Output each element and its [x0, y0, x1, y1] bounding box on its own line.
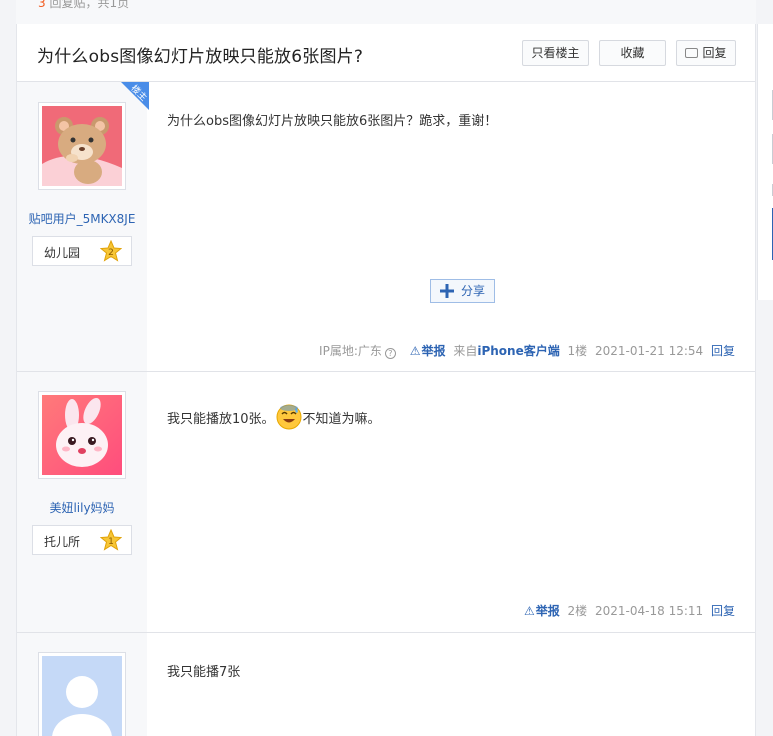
bear-avatar-image: [42, 106, 122, 186]
post-time: 2021-01-21 12:54: [595, 344, 704, 358]
author-name[interactable]: 贴吧用户_5MKX8JE: [17, 210, 147, 227]
user-level[interactable]: 托儿所 1: [32, 525, 132, 555]
post-reply-link[interactable]: 回复: [711, 604, 735, 618]
floor-number: 2楼: [567, 604, 588, 618]
reply-button-label: 回复: [702, 46, 727, 60]
favorite-button[interactable]: 收藏: [599, 40, 666, 66]
share-button[interactable]: 分享: [430, 279, 495, 303]
only-op-button[interactable]: 只看楼主: [522, 40, 589, 66]
user-level[interactable]: 幼儿园 2: [32, 236, 132, 266]
report-label: 举报: [535, 604, 560, 618]
sidebar-card: [757, 24, 773, 300]
level-name: 幼儿园: [44, 246, 81, 260]
comment-icon: [685, 48, 699, 58]
right-sidebar-edge: [757, 24, 773, 736]
thread-main: 为什么obs图像幻灯片放映只能放6张图片? 只看楼主 收藏 回复 楼主 贴吧用户…: [16, 24, 756, 736]
report-link[interactable]: ⚠举报: [524, 604, 560, 618]
sweat-smile-emoji-icon: [276, 404, 302, 430]
default-avatar-image: [42, 656, 122, 736]
avatar[interactable]: [38, 102, 126, 190]
level-star-icon: 1: [100, 529, 122, 551]
post-meta: IP属地:广东? ⚠举报 来自iPhone客户端 1楼 2021-01-21 1…: [315, 342, 735, 359]
avatar[interactable]: [38, 652, 126, 736]
post-floor-3: 我只能播7张: [17, 633, 755, 736]
report-link[interactable]: ⚠举报: [410, 344, 446, 358]
warning-icon: ⚠: [523, 604, 535, 618]
author-name[interactable]: 美妞lily妈妈: [17, 499, 147, 516]
post-reply-link[interactable]: 回复: [711, 344, 735, 358]
reply-count-number: 3: [38, 0, 46, 10]
post-time: 2021-04-18 15:11: [595, 604, 704, 618]
reply-count-text: 回复贴，共1页: [49, 0, 130, 10]
thread-title: 为什么obs图像幻灯片放映只能放6张图片?: [37, 47, 364, 67]
share-label: 分享: [461, 284, 486, 298]
post-text-part-1: 我只能播放10张。: [167, 412, 275, 427]
post-content: 我只能播放10张。 不知道为嘛。: [167, 404, 381, 431]
bunny-avatar-image: [42, 395, 122, 475]
share-plus-icon: [440, 284, 454, 298]
level-name: 托儿所: [44, 535, 81, 549]
ip-location: IP属地:广东: [319, 344, 382, 358]
post-text-part-2: 不知道为嘛。: [302, 412, 381, 427]
post-content: 为什么obs图像幻灯片放映只能放6张图片？跪求，重谢！: [167, 114, 498, 129]
level-star-icon: 2: [100, 240, 122, 262]
reply-count: 3 回复贴，共1页: [38, 0, 129, 11]
floor-number: 1楼: [567, 344, 588, 358]
post-content: 我只能播7张: [167, 665, 241, 680]
avatar[interactable]: [38, 391, 126, 479]
thread-stats-bar: 3 回复贴，共1页: [16, 0, 756, 24]
svg-text:2: 2: [108, 248, 114, 258]
svg-text:1: 1: [108, 537, 114, 547]
reply-button[interactable]: 回复: [676, 40, 736, 66]
warning-icon: ⚠: [409, 344, 421, 358]
source-prefix: 来自: [453, 344, 478, 358]
post-floor-2: 美妞lily妈妈 托儿所 1 我只能播放10张。 不知道为嘛。 ⚠举报 2楼 2…: [17, 372, 755, 633]
help-icon[interactable]: ?: [384, 348, 396, 359]
post-floor-1: 楼主 贴吧用户_5MKX8JE 幼儿园 2 为什么obs图像幻灯片放映只能放6张…: [17, 82, 755, 372]
client-source-link[interactable]: iPhone客户端: [477, 344, 559, 358]
post-meta: ⚠举报 2楼 2021-04-18 15:11 回复: [520, 602, 735, 619]
report-label: 举报: [421, 344, 446, 358]
thread-header: 为什么obs图像幻灯片放映只能放6张图片? 只看楼主 收藏 回复: [17, 24, 755, 82]
